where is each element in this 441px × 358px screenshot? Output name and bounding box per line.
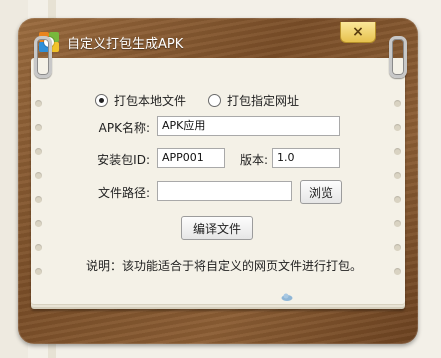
radio-label-local: 打包本地文件: [114, 93, 187, 108]
binder-hole: [394, 124, 401, 131]
radio-option-local[interactable]: 打包本地文件: [95, 92, 186, 109]
binder-hole: [35, 220, 42, 227]
title-bar: 自定义打包生成APK: [39, 30, 369, 54]
binder-hole: [35, 100, 42, 107]
binder-hole: [394, 244, 401, 251]
binder-ring-right: [389, 36, 407, 78]
browse-button[interactable]: 浏览: [300, 180, 342, 204]
binder-hole: [35, 124, 42, 131]
version-field[interactable]: 1.0: [272, 148, 340, 168]
binder-hole: [35, 148, 42, 155]
binder-hole: [394, 148, 401, 155]
window-title: 自定义打包生成APK: [67, 36, 184, 52]
close-button[interactable]: ×: [340, 22, 376, 43]
file-path-field[interactable]: [157, 181, 292, 201]
binder-hole: [394, 220, 401, 227]
version-label: 版本:: [239, 153, 268, 167]
binder-hole: [394, 172, 401, 179]
binder-hole: [35, 268, 42, 275]
package-id-label: 安装包ID:: [97, 153, 150, 167]
binder-hole: [394, 268, 401, 275]
binder-hole: [35, 196, 42, 203]
compile-button[interactable]: 编译文件: [181, 216, 253, 240]
radio-button-unchecked[interactable]: [208, 93, 222, 107]
apk-name-label: APK名称:: [98, 121, 150, 135]
binder-hole: [394, 100, 401, 107]
binder-hole: [35, 244, 42, 251]
cloud-icon: [281, 293, 293, 301]
radio-button-checked[interactable]: [95, 93, 108, 107]
binder-ring-left: [34, 36, 52, 78]
description-note: 说明：该功能适合于将自定义的网页文件进行打包。: [86, 259, 363, 273]
binder-hole: [35, 172, 42, 179]
radio-label-url: 打包指定网址: [227, 93, 300, 108]
file-path-label: 文件路径:: [97, 186, 150, 200]
apk-name-field[interactable]: APK应用: [157, 116, 340, 136]
binder-hole: [394, 196, 401, 203]
radio-option-url[interactable]: 打包指定网址: [208, 92, 299, 109]
package-id-field[interactable]: APP001: [157, 148, 225, 168]
mode-radio-group: 打包本地文件 打包指定网址: [95, 91, 321, 109]
